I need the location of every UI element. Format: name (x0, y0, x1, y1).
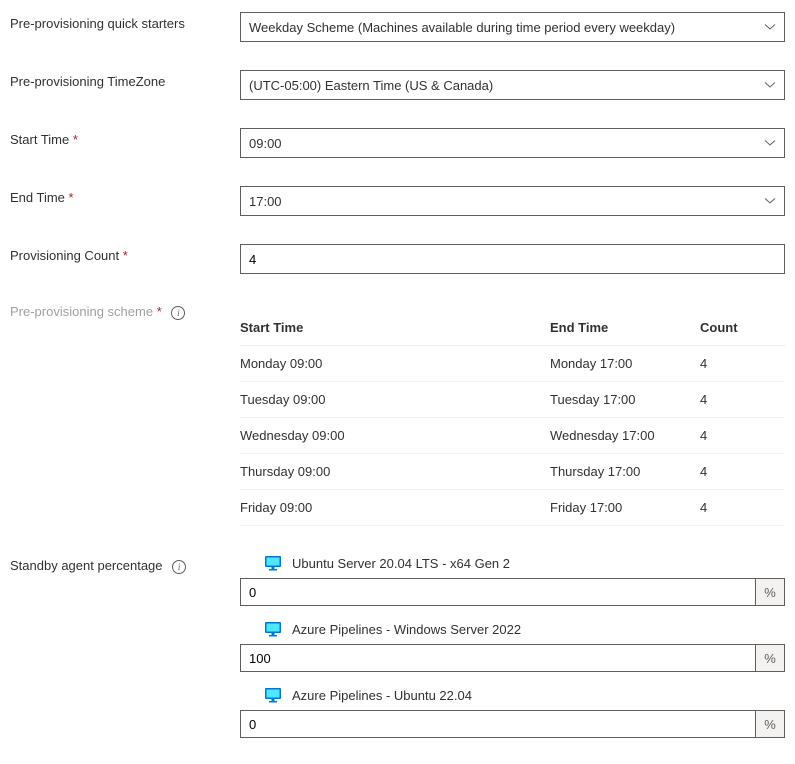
chevron-down-icon (764, 79, 776, 91)
cell-start: Tuesday 09:00 (240, 392, 550, 407)
standby-label: Standby agent percentage i (10, 554, 240, 574)
cell-count: 4 (700, 464, 785, 479)
chevron-down-icon (764, 21, 776, 33)
cell-end: Thursday 17:00 (550, 464, 700, 479)
percent-suffix: % (755, 710, 785, 738)
cell-start: Wednesday 09:00 (240, 428, 550, 443)
table-header-count: Count (700, 320, 785, 335)
cell-start: Monday 09:00 (240, 356, 550, 371)
quick-starters-value: Weekday Scheme (Machines available durin… (249, 20, 764, 35)
quick-starters-dropdown[interactable]: Weekday Scheme (Machines available durin… (240, 12, 785, 42)
end-time-label: End Time * (10, 186, 240, 205)
end-time-dropdown[interactable]: 17:00 (240, 186, 785, 216)
cell-count: 4 (700, 428, 785, 443)
agent-block: Ubuntu Server 20.04 LTS - x64 Gen 2% (264, 554, 785, 606)
info-icon[interactable]: i (171, 306, 185, 320)
agent-block: Azure Pipelines - Windows Server 2022% (264, 620, 785, 672)
standby-percent-input[interactable] (240, 578, 755, 606)
vm-icon (264, 620, 282, 638)
chevron-down-icon (764, 137, 776, 149)
vm-icon (264, 686, 282, 704)
cell-start: Thursday 09:00 (240, 464, 550, 479)
standby-percent-input[interactable] (240, 644, 755, 672)
agent-name: Azure Pipelines - Windows Server 2022 (292, 622, 521, 637)
start-time-label: Start Time * (10, 128, 240, 147)
start-time-value: 09:00 (249, 136, 764, 151)
cell-count: 4 (700, 500, 785, 515)
timezone-dropdown[interactable]: (UTC-05:00) Eastern Time (US & Canada) (240, 70, 785, 100)
standby-percent-input[interactable] (240, 710, 755, 738)
table-row: Tuesday 09:00Tuesday 17:004 (240, 382, 785, 418)
provisioning-count-input[interactable] (240, 244, 785, 274)
timezone-value: (UTC-05:00) Eastern Time (US & Canada) (249, 78, 764, 93)
end-time-value: 17:00 (249, 194, 764, 209)
scheme-label: Pre-provisioning scheme * i (10, 302, 240, 320)
chevron-down-icon (764, 195, 776, 207)
table-header-end: End Time (550, 320, 700, 335)
provisioning-count-label: Provisioning Count * (10, 244, 240, 263)
cell-start: Friday 09:00 (240, 500, 550, 515)
cell-end: Monday 17:00 (550, 356, 700, 371)
table-row: Friday 09:00Friday 17:004 (240, 490, 785, 526)
agent-block: Azure Pipelines - Ubuntu 22.04% (264, 686, 785, 738)
info-icon[interactable]: i (172, 560, 186, 574)
percent-suffix: % (755, 578, 785, 606)
cell-end: Friday 17:00 (550, 500, 700, 515)
cell-end: Tuesday 17:00 (550, 392, 700, 407)
vm-icon (264, 554, 282, 572)
timezone-label: Pre-provisioning TimeZone (10, 70, 240, 89)
agent-name: Ubuntu Server 20.04 LTS - x64 Gen 2 (292, 556, 510, 571)
table-header-start: Start Time (240, 320, 550, 335)
start-time-dropdown[interactable]: 09:00 (240, 128, 785, 158)
agent-name: Azure Pipelines - Ubuntu 22.04 (292, 688, 472, 703)
quick-starters-label: Pre-provisioning quick starters (10, 12, 240, 31)
percent-suffix: % (755, 644, 785, 672)
schedule-table: Start Time End Time Count Monday 09:00Mo… (240, 310, 785, 526)
cell-end: Wednesday 17:00 (550, 428, 700, 443)
table-row: Monday 09:00Monday 17:004 (240, 346, 785, 382)
cell-count: 4 (700, 392, 785, 407)
table-row: Thursday 09:00Thursday 17:004 (240, 454, 785, 490)
cell-count: 4 (700, 356, 785, 371)
table-row: Wednesday 09:00Wednesday 17:004 (240, 418, 785, 454)
